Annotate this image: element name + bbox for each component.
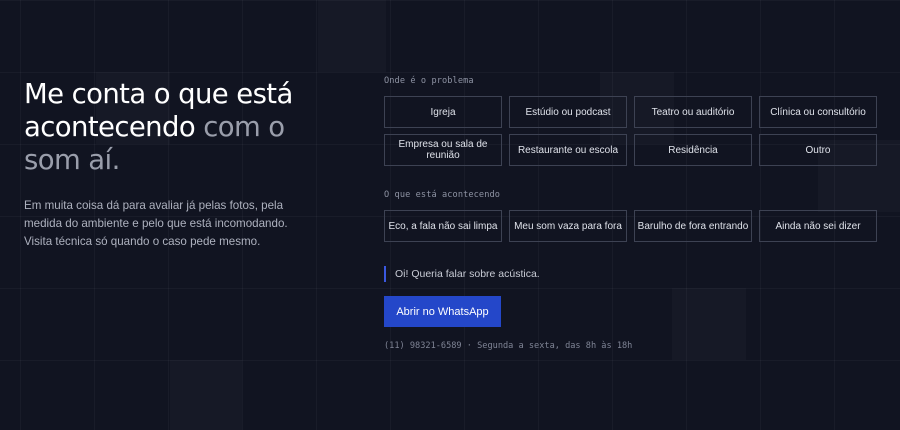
headline-line-1: Me conta o que está xyxy=(24,78,293,110)
location-option-outro[interactable]: Outro xyxy=(759,134,877,166)
location-option-clinica[interactable]: Clínica ou consultório xyxy=(759,96,877,128)
hero-section: Me conta o que está acontecendo com o so… xyxy=(24,78,344,251)
headline-line-3-muted: som aí. xyxy=(24,144,120,176)
location-option-igreja[interactable]: Igreja xyxy=(384,96,502,128)
location-option-residencia[interactable]: Residência xyxy=(634,134,752,166)
headline-line-2-strong: acontecendo xyxy=(24,111,196,143)
location-label: Onde é o problema xyxy=(384,76,474,86)
location-option-restaurante[interactable]: Restaurante ou escola xyxy=(509,134,627,166)
issue-option-nao-sei[interactable]: Ainda não sei dizer xyxy=(759,210,877,242)
background-tile xyxy=(170,360,242,430)
contact-info: (11) 98321-6589 · Segunda a sexta, das 8… xyxy=(384,341,633,351)
issue-option-barulho[interactable]: Barulho de fora entrando xyxy=(634,210,752,242)
background-tile xyxy=(318,0,386,72)
issue-option-vazamento[interactable]: Meu som vaza para fora xyxy=(509,210,627,242)
location-option-empresa[interactable]: Empresa ou sala de reunião xyxy=(384,134,502,166)
location-options: Igreja Estúdio ou podcast Teatro ou audi… xyxy=(384,96,877,166)
location-option-teatro[interactable]: Teatro ou auditório xyxy=(634,96,752,128)
headline-line-2-muted: com o xyxy=(195,111,285,143)
issue-option-eco[interactable]: Eco, a fala não sai limpa xyxy=(384,210,502,242)
page-headline: Me conta o que está acontecendo com o so… xyxy=(24,78,344,177)
issue-label: O que está acontecendo xyxy=(384,190,501,200)
location-option-estudio[interactable]: Estúdio ou podcast xyxy=(509,96,627,128)
message-preview: Oi! Queria falar sobre acústica. xyxy=(384,266,877,282)
hero-description: Em muita coisa dá para avaliar já pelas … xyxy=(24,199,288,248)
issue-options: Eco, a fala não sai limpa Meu som vaza p… xyxy=(384,210,877,242)
open-whatsapp-button[interactable]: Abrir no WhatsApp xyxy=(384,296,501,327)
contact-form: Onde é o problema Igreja Estúdio ou podc… xyxy=(384,76,877,351)
